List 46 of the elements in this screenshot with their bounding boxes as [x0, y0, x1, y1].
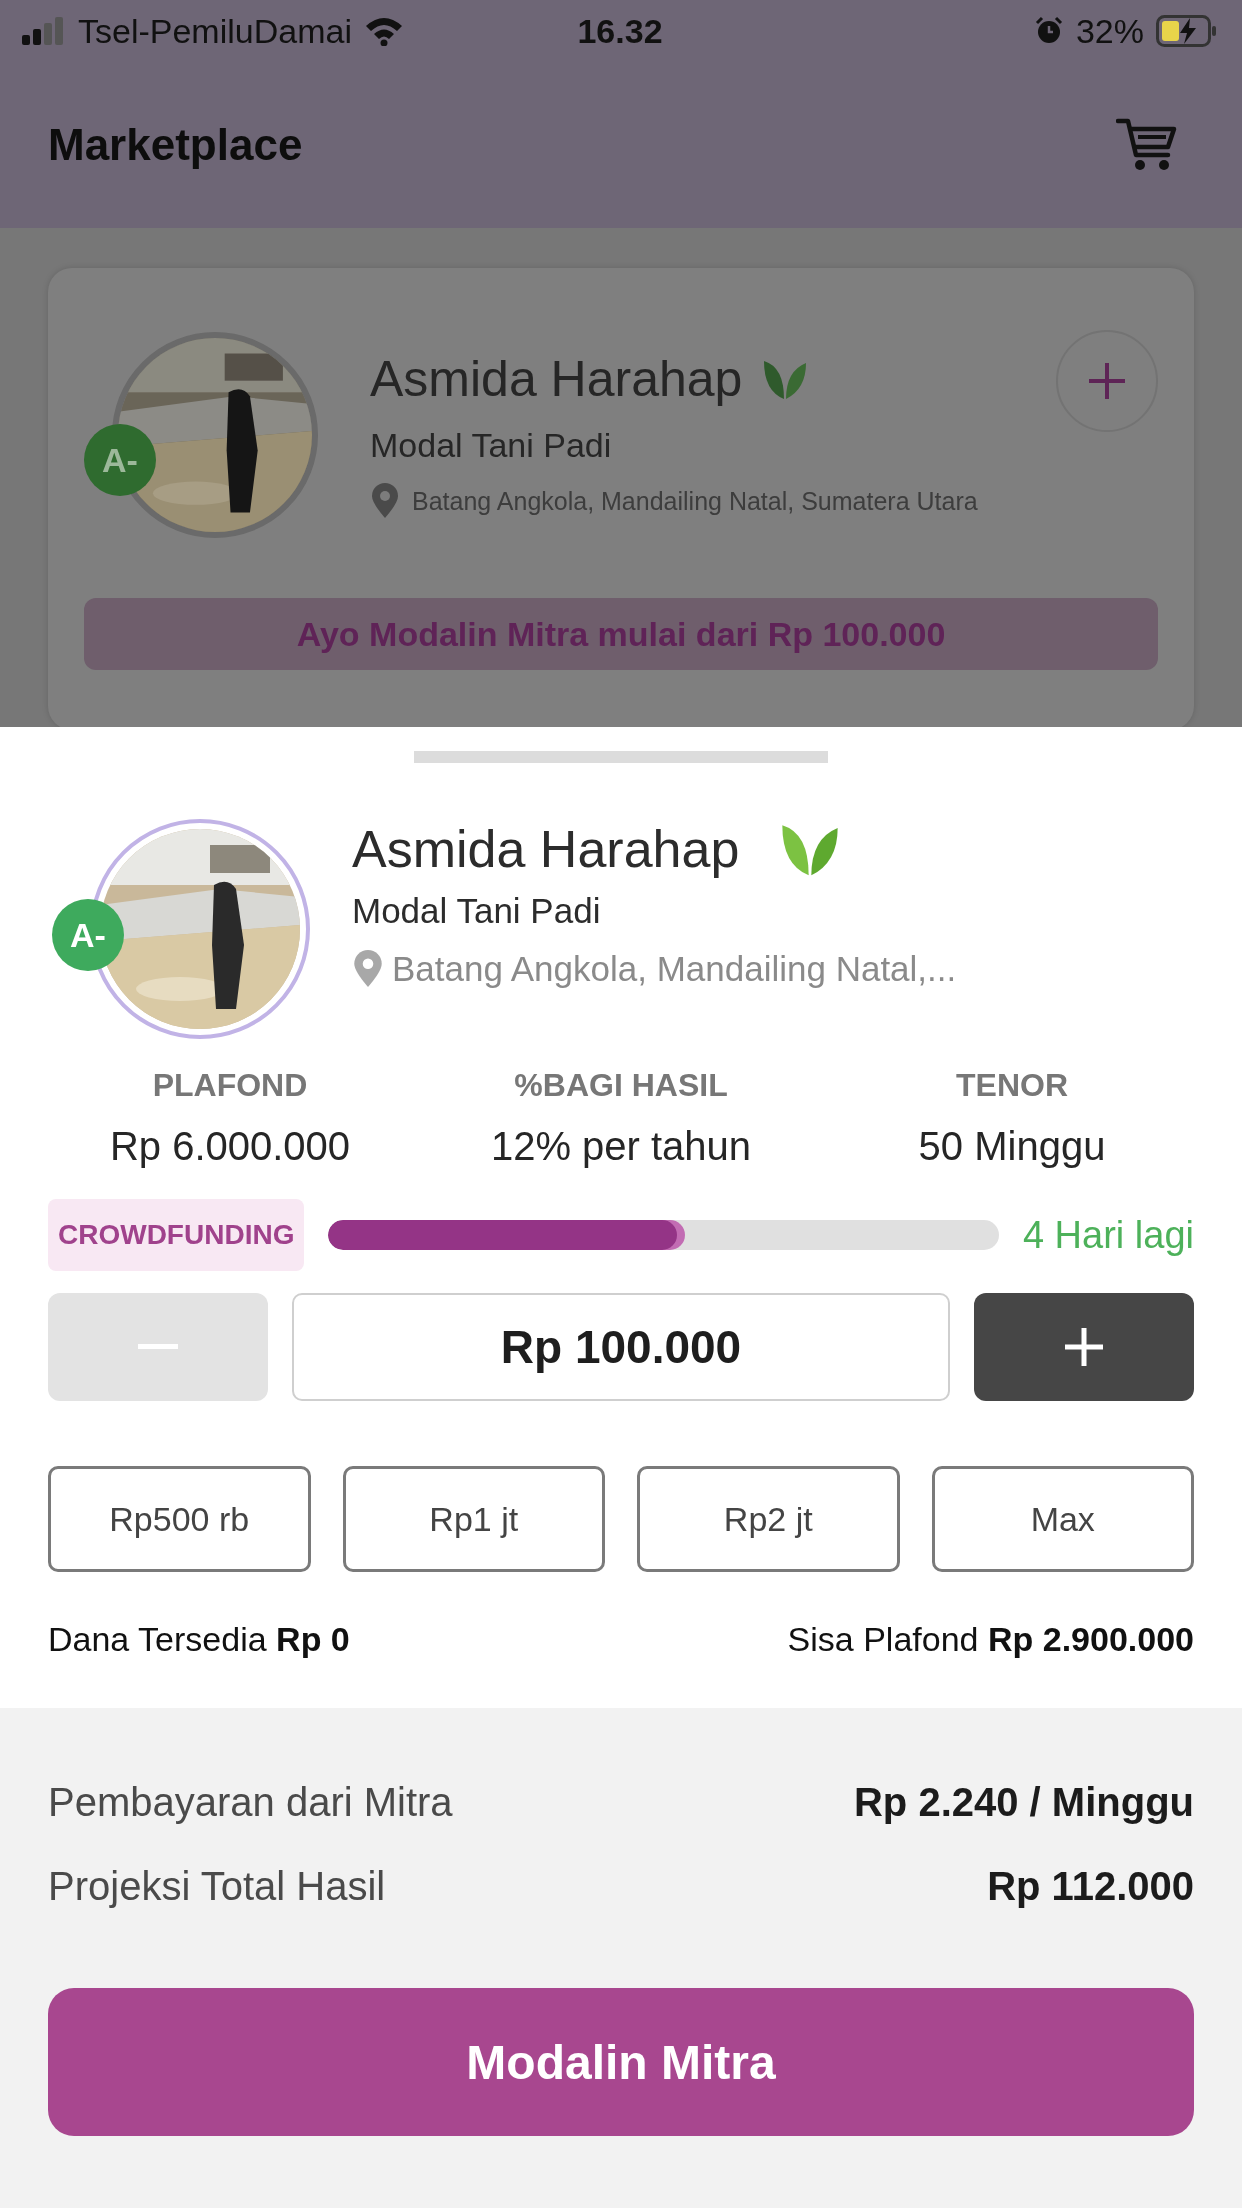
add-button[interactable] — [1056, 330, 1158, 432]
grade-badge: A- — [84, 424, 156, 496]
crowdfunding-tag: CROWDFUNDING — [48, 1199, 305, 1271]
page-title: Marketplace — [48, 120, 303, 170]
mitra-name: Asmida Harahap — [352, 819, 740, 879]
quick-amount-button[interactable]: Max — [931, 1466, 1194, 1572]
mitra-name: Asmida Harahap — [370, 350, 743, 408]
battery-percent: 32% — [1075, 11, 1144, 51]
clock-time: 16.32 — [577, 11, 663, 51]
loan-type: Modal Tani Padi — [370, 426, 613, 465]
stat-label: TENOR — [956, 1067, 1068, 1104]
location-text: Batang Angkola, Mandailing Natal,... — [392, 949, 957, 989]
remaining-plafond: Sisa Plafond Rp 2.900.000 — [787, 1620, 1194, 1660]
location-pin-icon — [352, 950, 384, 988]
plus-icon — [1087, 361, 1127, 401]
summary-value: Rp 112.000 — [987, 1863, 1194, 1909]
stat-value: Rp 6.000.000 — [109, 1124, 351, 1169]
stat-value: 50 Minggu — [918, 1124, 1106, 1169]
stat-label: %BAGI HASIL — [514, 1067, 728, 1104]
mitra-card[interactable]: A- Asmida Harahap Modal Tani Padi Batang Angkola, Mandailing Natal, Sumatera Utara Ayo Modalin Mitra mulai dari Rp 100.000 — [48, 268, 1194, 727]
amount-field[interactable]: Rp 100.000 — [292, 1293, 950, 1401]
carrier-name: Tsel-PemiluDamai — [78, 11, 352, 51]
alarm-icon — [1033, 16, 1064, 46]
drag-handle[interactable] — [414, 751, 828, 763]
quick-amount-button[interactable]: Rp2 jt — [637, 1466, 900, 1572]
signal-icon — [22, 17, 66, 45]
battery-icon — [1156, 15, 1218, 47]
stat-label: PLAFOND — [152, 1067, 308, 1104]
cart-icon[interactable] — [1116, 117, 1178, 173]
days-left: 4 Hari lagi — [1022, 1213, 1194, 1257]
grade-badge: A- — [52, 899, 124, 971]
location-text: Batang Angkola, Mandailing Natal, Sumatera Utara — [412, 486, 978, 516]
location-pin-icon — [370, 483, 400, 519]
plus-icon — [1064, 1327, 1104, 1367]
quick-amount-button[interactable]: Rp1 jt — [342, 1466, 605, 1572]
modalin-button[interactable]: Modalin Mitra — [48, 1988, 1194, 2136]
loan-type: Modal Tani Padi — [352, 891, 602, 931]
quick-amount-button[interactable]: Rp500 rb — [48, 1466, 311, 1572]
available-funds: Dana Tersedia Rp 0 — [48, 1620, 350, 1660]
summary-label: Projeksi Total Hasil — [48, 1863, 386, 1909]
summary-value: Rp 2.240 / Minggu — [853, 1779, 1194, 1825]
increase-button[interactable] — [974, 1293, 1194, 1401]
stat-value: 12% per tahun — [490, 1124, 752, 1169]
summary-label: Pembayaran dari Mitra — [48, 1779, 453, 1825]
promo-banner: Ayo Modalin Mitra mulai dari Rp 100.000 — [84, 598, 1158, 670]
minus-icon — [138, 1344, 178, 1350]
